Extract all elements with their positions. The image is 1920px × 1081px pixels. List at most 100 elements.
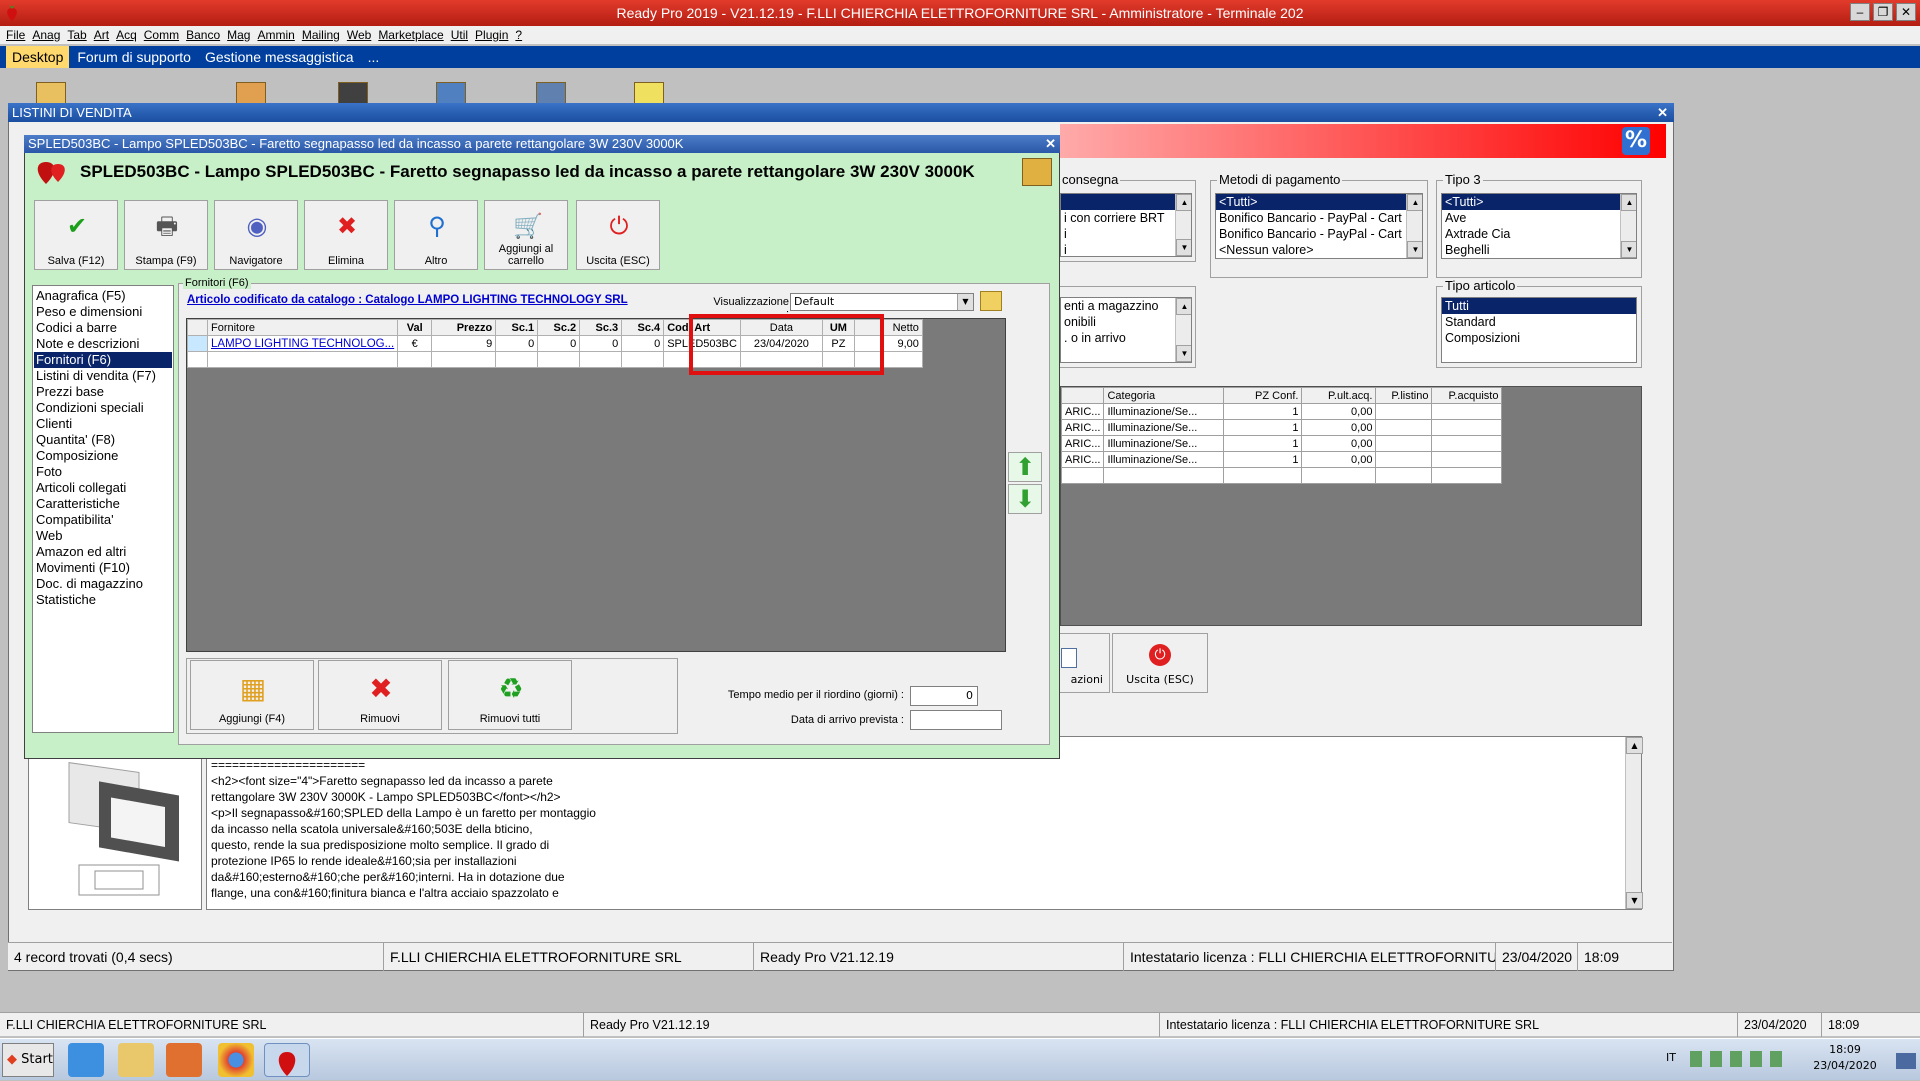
desktop-box-icon[interactable] (36, 82, 66, 104)
list-item[interactable]: enti a magazzino (1061, 298, 1191, 314)
table-cell[interactable]: € (397, 335, 433, 352)
list-item[interactable]: Bonifico Bancario - PayPal - Cart (1216, 226, 1422, 242)
menu-item-tab[interactable]: Tab (67, 26, 93, 44)
list-item[interactable]: . o in arrivo (1061, 330, 1191, 346)
magazzino-listbox[interactable]: enti a magazzino onibili . o in arrivo (1060, 297, 1192, 363)
column-header[interactable]: Categoria (1103, 387, 1225, 404)
table-cell[interactable]: 0 (621, 335, 665, 352)
list-item[interactable]: onibili (1061, 314, 1191, 330)
chrome-icon[interactable] (218, 1043, 254, 1077)
nav-item-composizione[interactable]: Composizione (34, 448, 172, 464)
list-item[interactable]: i (1061, 226, 1191, 242)
catalog-link[interactable]: Articolo codificato da catalogo : Catalo… (187, 294, 628, 306)
list-item[interactable]: Bonifico Bancario - PayPal - Cart (1216, 210, 1422, 226)
folder-icon[interactable] (118, 1043, 154, 1077)
desktop-notes-icon[interactable] (634, 82, 664, 104)
articles-grid[interactable]: Categoria PZ Conf. P.ult.acq. P.listino … (1060, 386, 1642, 626)
scrollbar[interactable] (1175, 194, 1191, 256)
ie-icon[interactable] (68, 1043, 104, 1077)
column-header[interactable]: Sc.1 (495, 319, 539, 336)
nav-item-peso-e-dimensioni[interactable]: Peso e dimensioni (34, 304, 172, 320)
column-header[interactable]: Sc.4 (621, 319, 665, 336)
list-item[interactable] (1061, 194, 1191, 210)
tipo3-listbox[interactable]: <Tutti> Ave Axtrade Cia Beghelli (1441, 193, 1637, 259)
table-row[interactable]: ARIC... Illuminazione/Se... 1 0,00 (1060, 451, 1503, 468)
tab-messaggistica[interactable]: Gestione messaggistica (199, 46, 360, 68)
column-header[interactable]: Prezzo (431, 319, 497, 336)
menu-item-util[interactable]: Util (451, 26, 475, 44)
menu-item-art[interactable]: Art (94, 26, 116, 44)
scrollbar[interactable] (1620, 194, 1636, 258)
reorder-days-input[interactable]: 0 (910, 686, 978, 706)
nav-item-quantita-[interactable]: Quantita' (F8) (34, 432, 172, 448)
desktop-clock-icon[interactable] (436, 82, 466, 104)
list-item[interactable]: Composizioni (1442, 330, 1636, 346)
column-header[interactable]: P.listino (1375, 387, 1433, 404)
table-cell[interactable]: 0 (579, 335, 623, 352)
column-header[interactable]: Sc.2 (537, 319, 581, 336)
language-indicator[interactable]: IT (1666, 1051, 1676, 1064)
nav-item-caratteristiche[interactable]: Caratteristiche (34, 496, 172, 512)
table-cell[interactable]: 9 (431, 335, 497, 352)
nav-item-amazon-ed-altri[interactable]: Amazon ed altri (34, 544, 172, 560)
nav-item-fornitori[interactable]: Fornitori (F6) (34, 352, 172, 368)
nav-item-note-e-descrizioni[interactable]: Note e descrizioni (34, 336, 172, 352)
aggiungi-al-carrello-button[interactable]: 🛒 Aggiungi al carrello (484, 200, 568, 270)
menu-item-web[interactable]: Web (347, 26, 378, 44)
desktop-agent-icon[interactable] (338, 82, 368, 104)
scrollbar[interactable] (1625, 737, 1643, 909)
nav-item-compatibilita-[interactable]: Compatibilita' (34, 512, 172, 528)
menu-item-comm[interactable]: Comm (144, 26, 186, 44)
table-row[interactable]: ARIC... Illuminazione/Se... 1 0,00 (1060, 419, 1503, 436)
nav-item-statistiche[interactable]: Statistiche (34, 592, 172, 608)
table-row[interactable]: ARIC... Illuminazione/Se... 1 0,00 (1060, 403, 1503, 420)
nav-item-codici-a-barre[interactable]: Codici a barre (34, 320, 172, 336)
dialog-close-button[interactable]: ✕ (1045, 135, 1056, 153)
start-button[interactable]: ◆ Start (2, 1043, 54, 1077)
list-item[interactable]: Tutti (1442, 298, 1636, 314)
maximize-button[interactable]: ❐ (1873, 3, 1893, 21)
list-item[interactable]: Ave (1442, 210, 1636, 226)
tipo-articolo-listbox[interactable]: Tutti Standard Composizioni (1441, 297, 1637, 363)
supplier-link[interactable]: LAMPO LIGHTING TECHNOLOG... (206, 335, 399, 352)
menu-item-acq[interactable]: Acq (116, 26, 144, 44)
aggiungi-button[interactable]: ▦ Aggiungi (F4) (190, 660, 314, 730)
list-item[interactable]: i (1061, 242, 1191, 256)
navigatore-button[interactable]: ◉ Navigatore (214, 200, 298, 270)
section-nav-list[interactable]: Anagrafica (F5) Peso e dimensioni Codici a… (32, 285, 174, 733)
list-item[interactable]: Standard (1442, 314, 1636, 330)
bg-uscita-button[interactable]: ⏻ Uscita (ESC) (1112, 633, 1208, 693)
nav-item-prezzi-base[interactable]: Prezzi base (34, 384, 172, 400)
menu-item-ammin[interactable]: Ammin (257, 26, 301, 44)
menu-item-anag[interactable]: Anag (32, 26, 67, 44)
column-header[interactable] (1060, 387, 1105, 404)
nav-item-movimenti[interactable]: Movimenti (F10) (34, 560, 172, 576)
move-down-button[interactable]: ⬇ (1008, 484, 1042, 514)
desktop-register-icon[interactable] (536, 82, 566, 104)
elimina-button[interactable]: ✖ Elimina (304, 200, 388, 270)
nav-item-web[interactable]: Web (34, 528, 172, 544)
list-item[interactable]: i con corriere BRT (1061, 210, 1191, 226)
menu-item-marketplace[interactable]: Marketplace (378, 26, 450, 44)
salva-button[interactable]: ✔ Salva (F12) (34, 200, 118, 270)
metodi-pagamento-listbox[interactable]: <Tutti> Bonifico Bancario - PayPal - Car… (1215, 193, 1423, 259)
menu-item-plugin[interactable]: Plugin (475, 26, 515, 44)
desktop-users-icon[interactable] (236, 82, 266, 104)
listini-close-button[interactable]: ✕ (1657, 103, 1668, 122)
column-header[interactable]: P.ult.acq. (1301, 387, 1377, 404)
media-player-icon[interactable] (166, 1043, 202, 1077)
nav-item-foto[interactable]: Foto (34, 464, 172, 480)
nav-item-doc-di-magazzino[interactable]: Doc. di magazzino (34, 576, 172, 592)
menu-item-mag[interactable]: Mag (227, 26, 257, 44)
column-header[interactable]: Fornitore (206, 319, 399, 336)
folder-icon[interactable] (980, 291, 1002, 311)
nav-item-anagrafica[interactable]: Anagrafica (F5) (34, 288, 172, 304)
altro-button[interactable]: ⚲ Altro (394, 200, 478, 270)
description-textarea[interactable]: ====================== <h2><font size="4… (206, 736, 1643, 910)
view-select[interactable]: Default (790, 293, 974, 311)
tray-icons[interactable] (1690, 1051, 1790, 1067)
column-header[interactable]: Val (397, 319, 433, 336)
rimuovi-button[interactable]: ✖ Rimuovi (318, 660, 442, 730)
menu-item-mailing[interactable]: Mailing (302, 26, 347, 44)
readypro-taskbar-icon[interactable] (264, 1043, 310, 1077)
